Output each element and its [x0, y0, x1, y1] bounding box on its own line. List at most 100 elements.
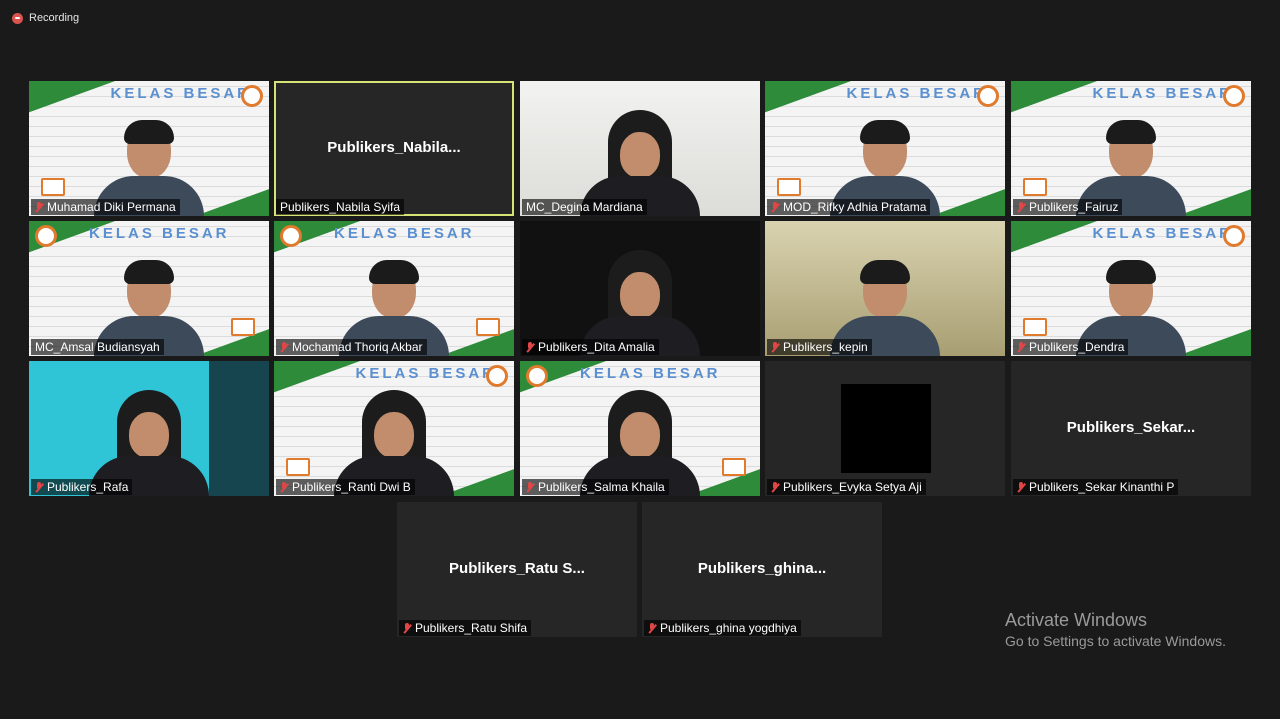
- video-off-placeholder: [841, 384, 931, 473]
- heart-icon: [286, 458, 310, 476]
- kelas-besar-logo-icon: [1223, 85, 1245, 107]
- heart-icon: [41, 178, 65, 196]
- heart-icon: [777, 178, 801, 196]
- participant-name-label: MOD_Rifky Adhia Pratama: [767, 199, 931, 215]
- muted-mic-icon: [35, 481, 43, 493]
- recording-label: Recording: [29, 12, 80, 24]
- participant-name-label: Publikers_Sekar Kinanthi P: [1013, 479, 1179, 495]
- heart-icon: [1023, 178, 1047, 196]
- participant-name: Publikers_ghina yogdhiya: [660, 621, 797, 635]
- participant-name-label: Publikers_Ranti Dwi B: [276, 479, 415, 495]
- muted-mic-icon: [771, 481, 779, 493]
- participant-center-name: Publikers_ghina...: [697, 560, 827, 577]
- kelas-besar-banner: KELAS BESAR: [355, 365, 496, 382]
- kelas-besar-logo-icon: [486, 365, 508, 387]
- muted-mic-icon: [1017, 341, 1025, 353]
- kelas-besar-banner: KELAS BESAR: [846, 85, 987, 102]
- participant-name-label: MC_Degina Mardiana: [522, 199, 647, 215]
- kelas-besar-logo-icon: [977, 85, 999, 107]
- kelas-besar-banner: KELAS BESAR: [334, 225, 475, 242]
- participant-name-label: Publikers_Dita Amalia: [522, 339, 659, 355]
- kelas-besar-banner: KELAS BESAR: [1092, 225, 1233, 242]
- participant-name: Muhamad Diki Permana: [47, 200, 176, 214]
- participant-name: MC_Degina Mardiana: [526, 200, 643, 214]
- heart-icon: [231, 318, 255, 336]
- participant-name-label: Publikers_Rafa: [31, 479, 133, 495]
- kelas-besar-logo-icon: [280, 225, 302, 247]
- participant-name-label: Publikers_Evyka Setya Aji: [767, 479, 926, 495]
- participant-tile[interactable]: Publikers_Evyka Setya Aji: [765, 361, 1005, 496]
- kelas-besar-banner: KELAS BESAR: [110, 85, 251, 102]
- muted-mic-icon: [1017, 201, 1025, 213]
- participant-tile[interactable]: Publikers_kepin: [765, 221, 1005, 356]
- kelas-besar-banner: KELAS BESAR: [1092, 85, 1233, 102]
- participant-tile[interactable]: Publikers_Nabila... Publikers_Nabila Syif…: [274, 81, 514, 216]
- participant-name: Publikers_Ratu Shifa: [415, 621, 528, 635]
- participant-name: MOD_Rifky Adhia Pratama: [783, 200, 927, 214]
- kelas-besar-logo-icon: [241, 85, 263, 107]
- participant-name: MC_Amsal Budiansyah: [35, 340, 160, 354]
- heart-icon: [1023, 318, 1047, 336]
- participant-tile[interactable]: Publikers_Dita Amalia: [520, 221, 760, 356]
- participant-tile[interactable]: KELAS BESAR Muhamad Diki Permana: [29, 81, 269, 216]
- participant-tile[interactable]: KELAS BESAR Mochamad Thoriq Akbar: [274, 221, 514, 356]
- participant-name: Publikers_Fairuz: [1029, 200, 1119, 214]
- participant-name: Mochamad Thoriq Akbar: [292, 340, 423, 354]
- participant-name-label: Mochamad Thoriq Akbar: [276, 339, 427, 355]
- participant-center-name: Publikers_Sekar...: [1066, 419, 1196, 436]
- kelas-besar-banner: KELAS BESAR: [580, 365, 721, 382]
- participant-name-label: Publikers_ghina yogdhiya: [644, 620, 801, 636]
- kelas-besar-logo-icon: [526, 365, 548, 387]
- participant-tile[interactable]: KELAS BESAR MOD_Rifky Adhia Pratama: [765, 81, 1005, 216]
- kelas-besar-banner: KELAS BESAR: [89, 225, 230, 242]
- participant-name-label: Publikers_Nabila Syifa: [276, 199, 405, 215]
- heart-icon: [476, 318, 500, 336]
- participant-name-label: Muhamad Diki Permana: [31, 199, 180, 215]
- participant-name-label: Publikers_Ratu Shifa: [399, 620, 532, 636]
- participant-name: Publikers_Evyka Setya Aji: [783, 480, 922, 494]
- muted-mic-icon: [1017, 481, 1025, 493]
- muted-mic-icon: [648, 622, 656, 634]
- muted-mic-icon: [771, 201, 779, 213]
- kelas-besar-logo-icon: [1223, 225, 1245, 247]
- participant-tile[interactable]: KELAS BESAR Publikers_Fairuz: [1011, 81, 1251, 216]
- muted-mic-icon: [526, 481, 534, 493]
- participant-tile[interactable]: Publikers_ghina... Publikers_ghina yogdhi…: [642, 502, 882, 637]
- participant-name-label: Publikers_Salma Khaila: [522, 479, 669, 495]
- activate-windows-subtitle: Go to Settings to activate Windows.: [1005, 633, 1226, 649]
- participant-name: Publikers_Sekar Kinanthi P: [1029, 480, 1175, 494]
- participant-tile[interactable]: Publikers_Rafa: [29, 361, 269, 496]
- participant-name-label: Publikers_Fairuz: [1013, 199, 1123, 215]
- muted-mic-icon: [280, 481, 288, 493]
- participant-tile[interactable]: KELAS BESAR Publikers_Dendra: [1011, 221, 1251, 356]
- muted-mic-icon: [403, 622, 411, 634]
- participant-name-label: Publikers_Dendra: [1013, 339, 1129, 355]
- participant-name-label: MC_Amsal Budiansyah: [31, 339, 164, 355]
- participant-name: Publikers_Ranti Dwi B: [292, 480, 411, 494]
- activate-windows-title: Activate Windows: [1005, 610, 1148, 630]
- participant-name: Publikers_Dita Amalia: [538, 340, 655, 354]
- participant-tile[interactable]: KELAS BESAR MC_Amsal Budiansyah: [29, 221, 269, 356]
- participant-name: Publikers_Rafa: [47, 480, 129, 494]
- participant-name: Publikers_Nabila Syifa: [280, 200, 401, 214]
- participant-name: Publikers_kepin: [783, 340, 868, 354]
- participant-center-name: Publikers_Nabila...: [327, 139, 461, 156]
- participant-name-label: Publikers_kepin: [767, 339, 872, 355]
- activate-windows-watermark: Activate Windows Go to Settings to activ…: [1005, 610, 1226, 649]
- muted-mic-icon: [526, 341, 534, 353]
- recording-icon: [12, 12, 23, 24]
- participant-name: Publikers_Salma Khaila: [538, 480, 665, 494]
- participant-tile[interactable]: MC_Degina Mardiana: [520, 81, 760, 216]
- muted-mic-icon: [771, 341, 779, 353]
- participant-tile[interactable]: KELAS BESAR Publikers_Ranti Dwi B: [274, 361, 514, 496]
- participant-tile[interactable]: Publikers_Ratu S... Publikers_Ratu Shifa: [397, 502, 637, 637]
- participant-tile[interactable]: Publikers_Sekar... Publikers_Sekar Kinant…: [1011, 361, 1251, 496]
- recording-indicator: Recording: [12, 12, 79, 24]
- heart-icon: [722, 458, 746, 476]
- muted-mic-icon: [280, 341, 288, 353]
- participant-tile[interactable]: KELAS BESAR Publikers_Salma Khaila: [520, 361, 760, 496]
- participant-center-name: Publikers_Ratu S...: [449, 560, 585, 577]
- kelas-besar-logo-icon: [35, 225, 57, 247]
- muted-mic-icon: [35, 201, 43, 213]
- participant-name: Publikers_Dendra: [1029, 340, 1125, 354]
